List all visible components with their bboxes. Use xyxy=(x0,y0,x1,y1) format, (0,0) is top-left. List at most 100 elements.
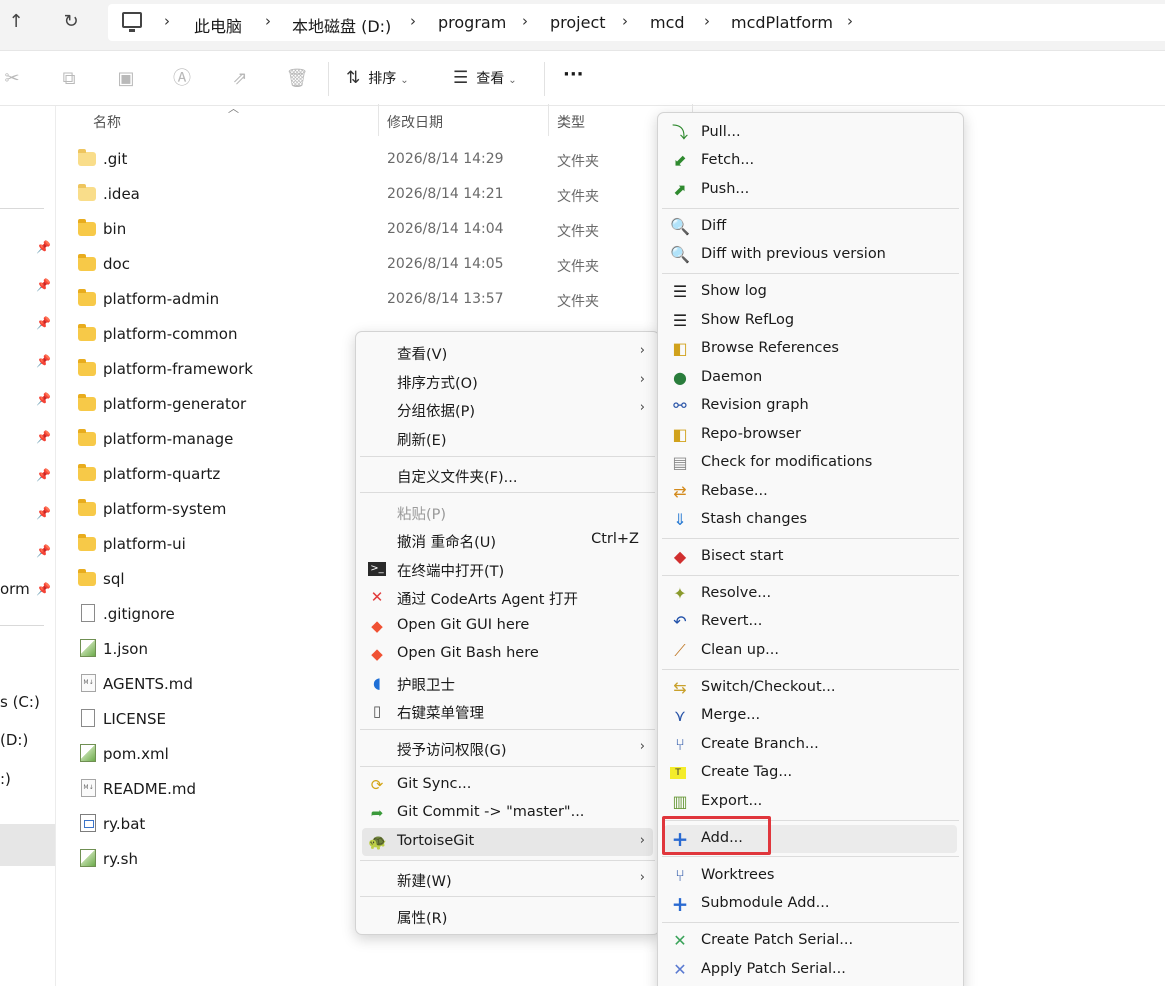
submenu-item-check-modifications[interactable]: ▤ Check for modifications xyxy=(664,449,957,477)
menu-item-rmenu-manager[interactable]: ▯ 右键菜单管理 xyxy=(362,697,653,725)
chevron-right-icon: › xyxy=(639,400,645,415)
file-name: README.md xyxy=(103,780,197,798)
nav-item-drive-e[interactable]: :) xyxy=(0,770,11,788)
menu-item-view[interactable]: 查看(V) › xyxy=(362,338,653,366)
breadcrumb-item-mcd[interactable]: mcd xyxy=(650,13,685,32)
submenu-item-apply-patch-serial[interactable]: ✕ Apply Patch Serial... xyxy=(664,956,957,984)
submenu-item-clean-up[interactable]: ⟋ Clean up... xyxy=(664,637,957,665)
more-options-button[interactable]: ··· xyxy=(563,64,584,85)
menu-item-customize-folder[interactable]: 自定义文件夹(F)... xyxy=(362,461,653,489)
submenu-item-worktrees[interactable]: ⑂ Worktrees xyxy=(664,862,957,890)
up-arrow-icon[interactable]: ↑ xyxy=(2,10,30,34)
menu-item-properties[interactable]: 属性(R) xyxy=(362,902,653,930)
sort-icon: ⇅ xyxy=(346,68,361,88)
copy-icon[interactable]: ⧉ xyxy=(57,67,81,91)
nav-item-drive-d[interactable]: (D:) xyxy=(0,731,28,749)
column-header-date[interactable]: 修改日期 xyxy=(387,112,443,132)
submenu-item-revision-graph[interactable]: ⚯ Revision graph xyxy=(664,392,957,420)
file-date: 2026/8/14 14:05 xyxy=(387,256,504,272)
file-date: 2026/8/14 13:57 xyxy=(387,291,504,307)
submenu-item-browse-references[interactable]: ◧ Browse References xyxy=(664,335,957,363)
file-name: platform-quartz xyxy=(103,465,221,483)
submenu-item-merge[interactable]: ⋎ Merge... xyxy=(664,702,957,730)
submenu-item-revert[interactable]: ↶ Revert... xyxy=(664,608,957,636)
menu-item-undo-rename[interactable]: 撤消 重命名(U) Ctrl+Z xyxy=(362,526,653,554)
patch-icon: ✕ xyxy=(673,931,687,950)
submenu-item-rebase[interactable]: ⇄ Rebase... xyxy=(664,478,957,506)
menu-item-git-bash[interactable]: ◆ Open Git Bash here xyxy=(362,640,653,668)
menu-item-git-sync[interactable]: ⟳ Git Sync... xyxy=(362,771,653,799)
chevron-right-icon: › xyxy=(639,372,645,387)
menu-item-git-commit[interactable]: ➦ Git Commit -> "master"... xyxy=(362,799,653,827)
submenu-item-diff-previous[interactable]: 🔍 Diff with previous version xyxy=(664,241,957,269)
file-row[interactable]: .git 2026/8/14 14:29 文件夹 xyxy=(78,142,678,176)
menu-item-codearts-agent[interactable]: ✕ 通过 CodeArts Agent 打开 xyxy=(362,583,653,611)
menu-separator xyxy=(662,273,959,274)
breadcrumb-item-this-pc[interactable]: 此电脑 xyxy=(194,13,242,37)
paste-icon[interactable]: ▣ xyxy=(114,67,138,91)
file-name: doc xyxy=(103,255,130,273)
chevron-right-icon[interactable]: › xyxy=(847,12,853,30)
menu-item-group-by[interactable]: 分组依据(P) › xyxy=(362,395,653,423)
menu-item-give-access[interactable]: 授予访问权限(G) › xyxy=(362,734,653,762)
menu-item-eye-guard[interactable]: ◖ 护眼卫士 xyxy=(362,669,653,697)
nav-item-drive-c[interactable]: s (C:) xyxy=(0,693,40,711)
nav-item-orm[interactable]: orm xyxy=(0,580,30,598)
delete-icon[interactable]: 🗑 xyxy=(285,67,309,91)
folder-icon xyxy=(78,534,96,551)
column-header-name[interactable]: 名称 xyxy=(93,112,121,132)
submenu-item-repo-browser[interactable]: ◧ Repo-browser xyxy=(664,421,957,449)
file-row[interactable]: .idea 2026/8/14 14:21 文件夹 xyxy=(78,177,678,211)
submenu-item-create-patch-serial[interactable]: ✕ Create Patch Serial... xyxy=(664,927,957,955)
submenu-item-diff[interactable]: 🔍 Diff xyxy=(664,213,957,241)
menu-item-tortoisegit[interactable]: 🐢 TortoiseGit › xyxy=(362,828,653,856)
file-row[interactable]: doc 2026/8/14 14:05 文件夹 xyxy=(78,247,678,281)
menu-item-open-terminal[interactable]: >_ 在终端中打开(T) xyxy=(362,555,653,583)
submenu-item-export[interactable]: ▥ Export... xyxy=(664,788,957,816)
submenu-item-daemon[interactable]: ● Daemon xyxy=(664,364,957,392)
sort-button[interactable]: ⇅ 排序 ⌄ xyxy=(346,68,409,88)
menu-item-new[interactable]: 新建(W) › xyxy=(362,865,653,893)
menu-separator xyxy=(360,492,655,493)
submenu-item-create-branch[interactable]: ⑂ Create Branch... xyxy=(664,731,957,759)
menu-item-refresh[interactable]: 刷新(E) xyxy=(362,424,653,452)
submenu-item-resolve[interactable]: ✦ Resolve... xyxy=(664,580,957,608)
breadcrumb-item-program[interactable]: program xyxy=(438,13,506,32)
chevron-down-icon: ⌄ xyxy=(400,75,409,86)
submenu-item-show-reflog[interactable]: ☰ Show RefLog xyxy=(664,307,957,335)
eye-guard-icon: ◖ xyxy=(373,674,381,692)
submenu-item-bisect-start[interactable]: ◆ Bisect start xyxy=(664,543,957,571)
file-row[interactable]: platform-admin 2026/8/14 13:57 文件夹 xyxy=(78,282,678,316)
column-divider[interactable] xyxy=(378,104,379,136)
merge-icon: ⋎ xyxy=(674,706,686,725)
submenu-item-submodule-add[interactable]: + Submodule Add... xyxy=(664,890,957,918)
breadcrumb-item-drive-d[interactable]: 本地磁盘 (D:) xyxy=(292,13,391,37)
cut-icon[interactable]: ✂ xyxy=(0,67,24,91)
submenu-item-fetch[interactable]: ⬋ Fetch... xyxy=(664,147,957,175)
breadcrumb-item-project[interactable]: project xyxy=(550,13,606,32)
folder-icon xyxy=(78,324,96,341)
view-button[interactable]: ☰ 查看 ⌄ xyxy=(453,68,517,88)
batch-file-icon xyxy=(80,814,96,832)
menu-item-git-gui[interactable]: ◆ Open Git GUI here xyxy=(362,612,653,640)
submenu-item-switch-checkout[interactable]: ⇆ Switch/Checkout... xyxy=(664,674,957,702)
refresh-icon[interactable]: ↻ xyxy=(57,10,85,34)
column-divider[interactable] xyxy=(548,104,549,136)
menu-item-sort-by[interactable]: 排序方式(O) › xyxy=(362,367,653,395)
share-icon[interactable]: ⇗ xyxy=(228,67,252,91)
submenu-item-create-tag[interactable]: T Create Tag... xyxy=(664,759,957,787)
switch-icon: ⇆ xyxy=(673,678,687,697)
submenu-item-push[interactable]: ⬈ Push... xyxy=(664,176,957,204)
submenu-item-stash-changes[interactable]: ⇓ Stash changes xyxy=(664,506,957,534)
nav-item-drive-d-selected[interactable] xyxy=(0,824,55,866)
rename-icon[interactable]: Ⓐ xyxy=(170,67,194,91)
breadcrumb[interactable]: › 此电脑 › 本地磁盘 (D:) › program › project › … xyxy=(108,4,1165,41)
file-row[interactable]: bin 2026/8/14 14:04 文件夹 xyxy=(78,212,678,246)
resolve-icon: ✦ xyxy=(673,584,687,603)
file-name: AGENTS.md xyxy=(103,675,193,693)
column-header-type[interactable]: 类型 xyxy=(557,112,585,132)
context-menu: 查看(V) › 排序方式(O) › 分组依据(P) › 刷新(E) 自定义文件夹(F)… xyxy=(355,331,660,935)
submenu-item-pull[interactable]: ⤵ Pull... xyxy=(664,119,957,147)
submenu-item-show-log[interactable]: ☰ Show log xyxy=(664,278,957,306)
breadcrumb-item-mcdplatform[interactable]: mcdPlatform xyxy=(731,13,833,32)
